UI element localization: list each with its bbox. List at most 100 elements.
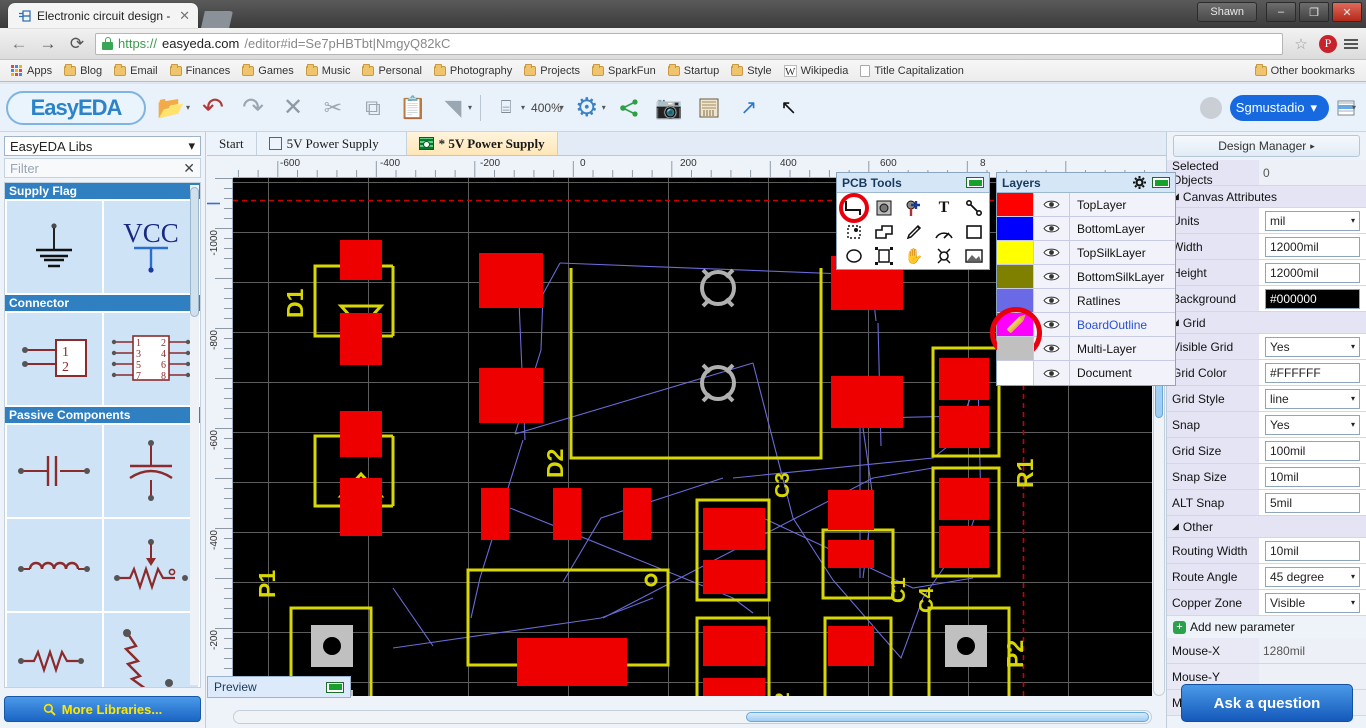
pinterest-icon[interactable]: P	[1319, 35, 1337, 53]
bookmark-email[interactable]: Email	[109, 63, 163, 79]
copper-zone-select[interactable]: Visible▾	[1265, 593, 1360, 613]
layer-name[interactable]: Ratlines	[1070, 289, 1175, 312]
restore-window-button[interactable]: ❐	[1299, 2, 1329, 22]
layers-palette[interactable]: Layers TopLayer	[996, 172, 1176, 386]
layer-visibility-icon[interactable]	[1034, 193, 1070, 216]
grid-style-select[interactable]: line▾	[1265, 389, 1360, 409]
library-scrollbar-thumb[interactable]	[190, 187, 199, 317]
library-item-header8[interactable]: 1357 2468	[104, 313, 199, 405]
clear-filter-icon[interactable]: ✕	[183, 160, 195, 177]
pad-tool[interactable]	[869, 196, 899, 220]
reload-icon[interactable]: ⟳	[66, 33, 88, 55]
library-group-header[interactable]: Supply Flag	[5, 183, 200, 199]
ask-question-button[interactable]: Ask a question	[1181, 684, 1353, 722]
alt-snap-input[interactable]: 5mil	[1265, 493, 1360, 513]
easyeda-logo[interactable]: EasyEDA	[6, 91, 146, 125]
print-icon[interactable]	[690, 88, 728, 128]
bookmark-personal[interactable]: Personal	[357, 63, 426, 79]
layer-color-swatch[interactable]	[997, 265, 1034, 288]
image-tool[interactable]	[959, 244, 989, 268]
line-tool[interactable]	[959, 196, 989, 220]
library-item-vcc[interactable]: VCC	[104, 201, 199, 293]
snapshot-icon[interactable]: 📷	[650, 88, 688, 128]
library-item-ground[interactable]	[7, 201, 102, 293]
library-item-capacitor[interactable]	[7, 425, 102, 517]
mirror-icon[interactable]: ◥	[434, 88, 472, 128]
layer-visibility-icon[interactable]	[1034, 289, 1070, 312]
account-menu[interactable]: Sgmustadio ▾	[1230, 95, 1329, 121]
browser-tab[interactable]: Electronic circuit design - ✕	[8, 3, 198, 28]
pan-tool[interactable]: ✋	[899, 244, 929, 268]
library-item-resistor[interactable]	[7, 613, 102, 688]
layer-row-toplayer[interactable]: TopLayer	[997, 193, 1175, 217]
share-icon[interactable]	[610, 88, 648, 128]
design-manager-button[interactable]: Design Manager ▸	[1173, 135, 1360, 157]
minimize-icon[interactable]	[1152, 177, 1170, 188]
canvas-hscroll-thumb[interactable]	[746, 712, 1149, 722]
library-item-potentiometer[interactable]	[104, 519, 199, 611]
layer-name[interactable]: TopSilkLayer	[1070, 241, 1175, 264]
arc-tool[interactable]	[929, 220, 959, 244]
settings-caret-icon[interactable]: ▾	[602, 103, 606, 112]
preview-panel-header[interactable]: Preview	[207, 676, 351, 698]
grid-color-input[interactable]: #FFFFFF	[1265, 363, 1360, 383]
undo-icon[interactable]: ↶	[194, 88, 232, 128]
units-select[interactable]: mil▾	[1265, 211, 1360, 231]
track-tool[interactable]	[839, 196, 869, 220]
circle-tool[interactable]	[839, 244, 869, 268]
library-group-header[interactable]: Passive Components	[5, 407, 200, 423]
via-tool[interactable]	[899, 196, 929, 220]
pointer-icon[interactable]: ↖	[770, 88, 808, 128]
align-caret-icon[interactable]: ▾	[521, 103, 525, 112]
section-other[interactable]: ◢ Other	[1167, 516, 1366, 538]
minimize-window-button[interactable]: –	[1266, 2, 1296, 22]
tab-schematic-5v-power-supply[interactable]: 5V Power Supply	[257, 132, 407, 155]
export-icon[interactable]: ↗	[730, 88, 768, 128]
measure-tool[interactable]	[929, 244, 959, 268]
layer-color-swatch[interactable]	[997, 193, 1034, 216]
snap-select[interactable]: Yes▾	[1265, 415, 1360, 435]
section-grid[interactable]: ◢ Grid	[1167, 312, 1366, 334]
bookmark-projects[interactable]: Projects	[519, 63, 585, 79]
other-bookmarks[interactable]: Other bookmarks	[1250, 63, 1360, 79]
visible-grid-select[interactable]: Yes▾	[1265, 337, 1360, 357]
library-select[interactable]: EasyEDA Libs ▾	[4, 136, 201, 156]
zoom-level[interactable]: 400%	[529, 101, 564, 115]
route-angle-select[interactable]: 45 degree▾	[1265, 567, 1360, 587]
layer-color-swatch[interactable]	[997, 337, 1034, 360]
minimize-icon[interactable]	[966, 177, 984, 188]
bookmark-finances[interactable]: Finances	[165, 63, 236, 79]
rect-tool[interactable]	[959, 220, 989, 244]
routing-width-input[interactable]: 10mil	[1265, 541, 1360, 561]
copper-area-tool[interactable]	[869, 220, 899, 244]
back-icon[interactable]: ←	[8, 33, 30, 55]
bookmark-wikipedia[interactable]: WWikipedia	[779, 63, 854, 79]
layer-name[interactable]: BoardOutline	[1070, 313, 1175, 336]
window-user-chip[interactable]: Shawn	[1197, 2, 1257, 22]
pcb-tools-palette[interactable]: PCB Tools T	[836, 172, 990, 270]
align-icon[interactable]: ⌸	[487, 88, 525, 128]
width-input[interactable]: 12000mil	[1265, 237, 1360, 257]
bookmark-sparkfun[interactable]: SparkFun	[587, 63, 661, 79]
bookmark-star-icon[interactable]: ☆	[1290, 33, 1312, 55]
layer-visibility-icon[interactable]	[1034, 265, 1070, 288]
panel-toggle-button[interactable]: ▾	[1337, 100, 1358, 116]
layer-row-boardoutline[interactable]: BoardOutline	[997, 313, 1175, 337]
layer-name[interactable]: Multi-Layer	[1070, 337, 1175, 360]
component-tool[interactable]	[869, 244, 899, 268]
new-tab-button[interactable]	[201, 11, 233, 28]
layer-row-bottomsilklayer[interactable]: BottomSilkLayer	[997, 265, 1175, 289]
bookmark-style[interactable]: Style	[726, 63, 776, 79]
section-canvas-attributes[interactable]: ◢ Canvas Attributes	[1167, 186, 1366, 208]
more-libraries-button[interactable]: More Libraries...	[4, 696, 201, 722]
bookmark-photography[interactable]: Photography	[429, 63, 517, 79]
layer-color-swatch[interactable]	[997, 361, 1034, 385]
vertical-ruler[interactable]: -1000 -800 -600 -400 -200 0	[207, 178, 233, 696]
forward-icon[interactable]: →	[37, 33, 59, 55]
copy-icon[interactable]: ⧉	[354, 88, 392, 128]
gear-icon[interactable]: ⚙	[568, 88, 606, 128]
snap-size-input[interactable]: 10mil	[1265, 467, 1360, 487]
library-group-header[interactable]: Connector	[5, 295, 200, 311]
gear-icon[interactable]	[1133, 176, 1146, 189]
layer-row-document[interactable]: Document	[997, 361, 1175, 385]
